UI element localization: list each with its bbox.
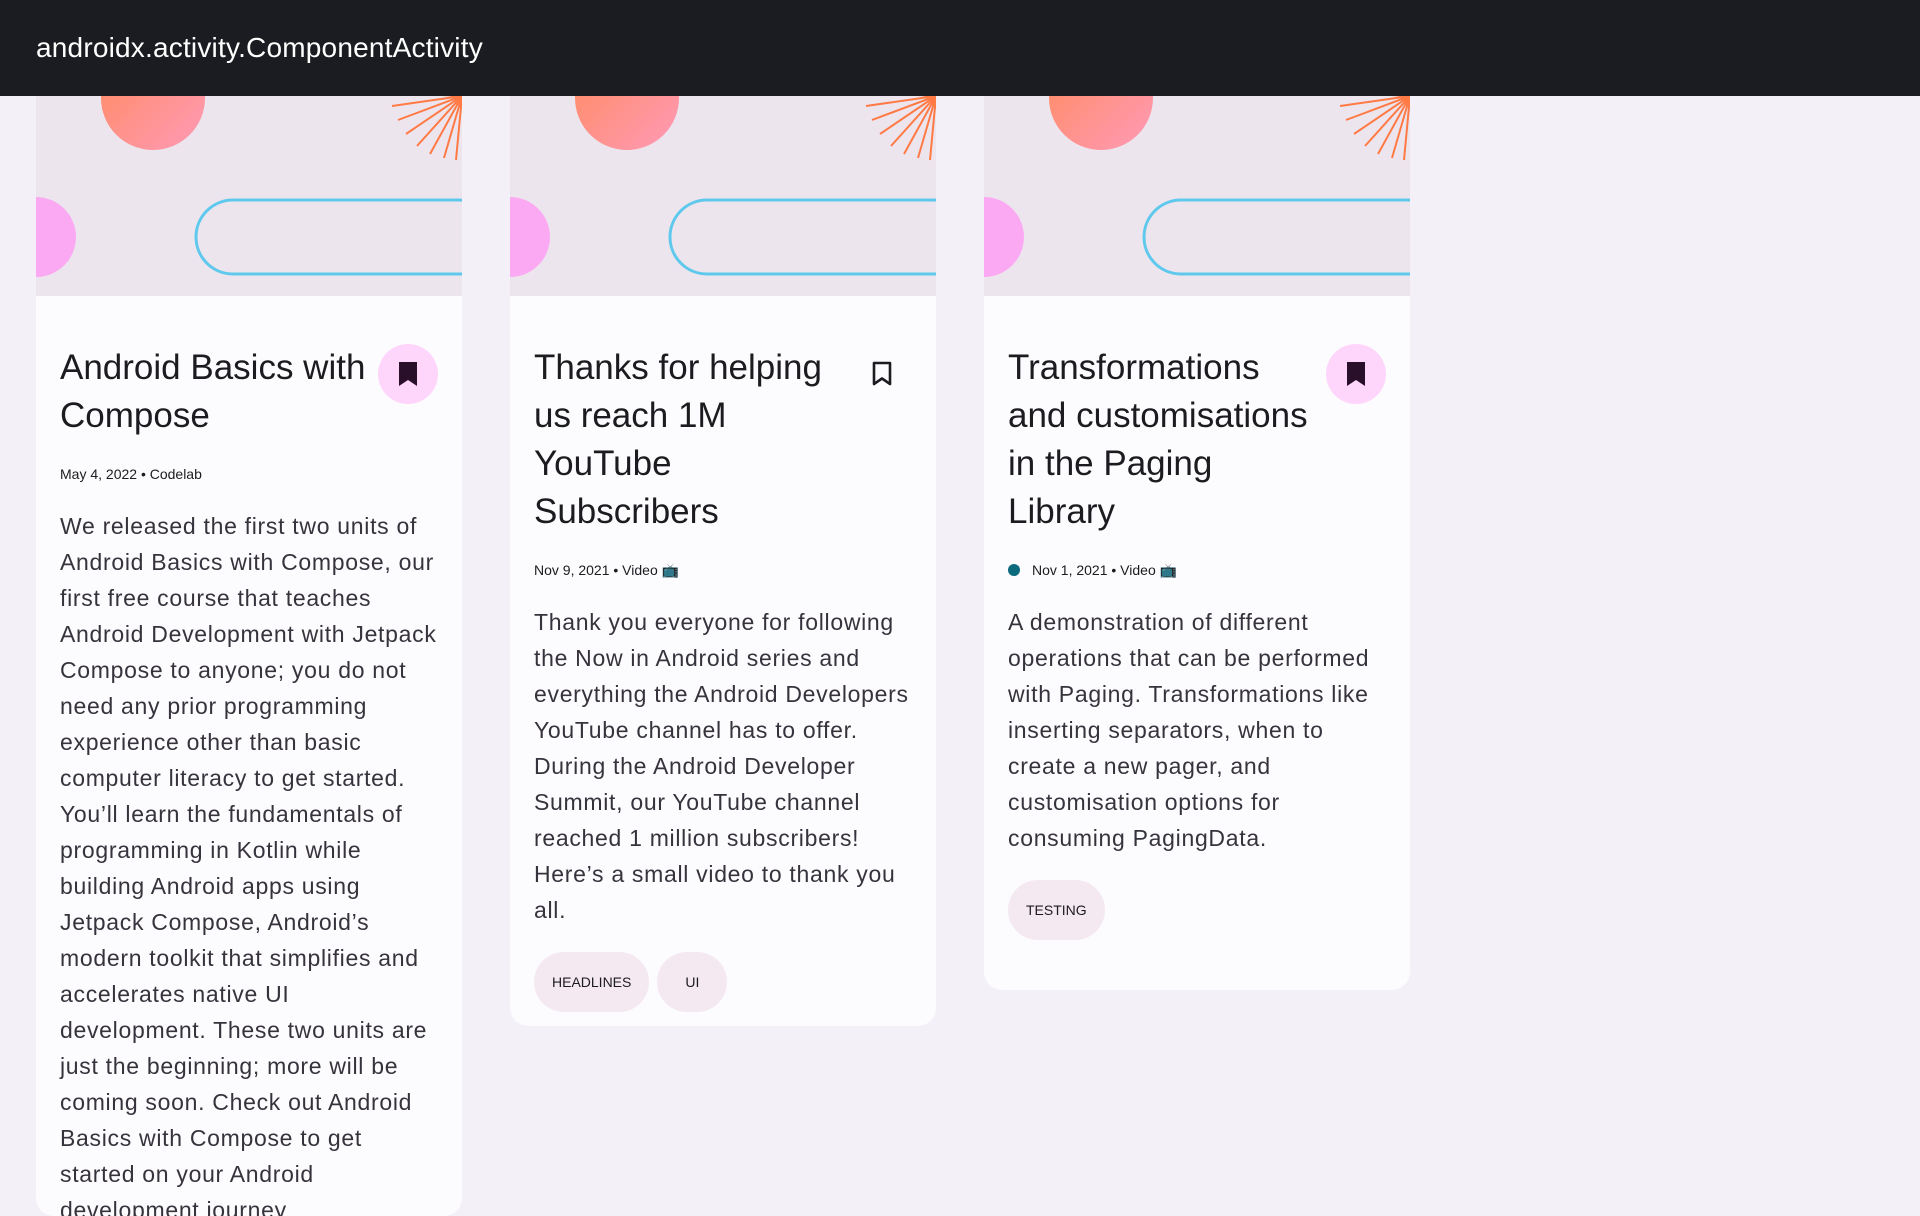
news-feed[interactable]: Android Basics with Compose May 4, 2022 … [0, 0, 1920, 1216]
card-header-image [36, 96, 462, 296]
bookmark-outline-icon [872, 361, 892, 386]
window-title-bar: androidx.activity.ComponentActivity [0, 0, 1920, 96]
bookmark-button[interactable] [852, 344, 912, 404]
topic-chips: TESTING [1008, 880, 1386, 940]
card-title: Thanks for helping us reach 1M YouTube S… [534, 348, 822, 531]
bookmark-button[interactable] [378, 344, 438, 404]
bookmark-filled-icon [399, 362, 417, 386]
card-date-type: Nov 9, 2021 • Video 📺 [534, 561, 680, 578]
bookmark-button[interactable] [1326, 344, 1386, 404]
card-title: Transformations and customisations in th… [1008, 348, 1308, 531]
news-card[interactable]: Thanks for helping us reach 1M YouTube S… [510, 96, 936, 1026]
card-date-type: May 4, 2022 • Codelab [60, 466, 202, 482]
topic-chip-ui[interactable]: UI [657, 952, 728, 1012]
card-title: Android Basics with Compose [60, 348, 366, 435]
card-meta: May 4, 2022 • Codelab [60, 464, 438, 484]
topic-chip-headlines[interactable]: HEADLINES [534, 952, 650, 1012]
unread-dot-icon [1008, 564, 1020, 576]
news-card[interactable]: Android Basics with Compose May 4, 2022 … [36, 96, 462, 1216]
card-description: A demonstration of different operations … [1008, 609, 1370, 851]
bookmark-filled-icon [1347, 362, 1365, 386]
topic-chips: HEADLINES UI [534, 952, 912, 1012]
card-header-image [510, 96, 936, 296]
news-card[interactable]: Transformations and customisations in th… [984, 96, 1410, 990]
card-date-type: Nov 1, 2021 • Video 📺 [1032, 561, 1178, 578]
card-description: We released the first two units of Andro… [60, 513, 437, 1216]
card-meta: Nov 1, 2021 • Video 📺 [1008, 560, 1386, 580]
card-meta: Nov 9, 2021 • Video 📺 [534, 560, 912, 580]
card-header-image [984, 96, 1410, 296]
card-description: Thank you everyone for following the Now… [534, 609, 909, 923]
topic-chip-testing[interactable]: TESTING [1008, 880, 1105, 940]
window-title: androidx.activity.ComponentActivity [36, 32, 483, 63]
